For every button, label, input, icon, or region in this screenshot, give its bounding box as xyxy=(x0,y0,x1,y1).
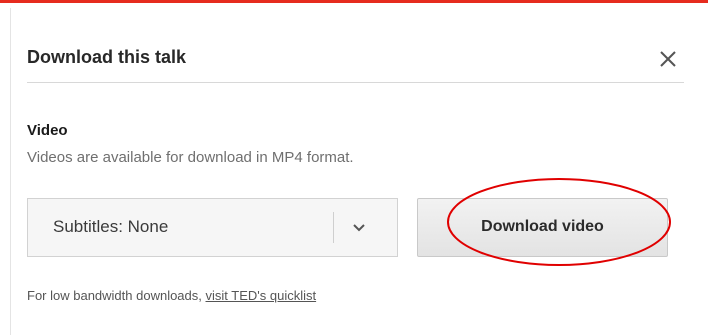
footnote-text: For low bandwidth downloads, xyxy=(27,288,206,303)
download-video-label: Download video xyxy=(481,218,604,235)
download-video-button[interactable]: Download video xyxy=(417,198,668,257)
subtitles-select[interactable]: Subtitles: None xyxy=(27,198,398,257)
close-button[interactable] xyxy=(653,44,683,74)
video-section-description: Videos are available for download in MP4… xyxy=(27,149,354,166)
dialog-title: Download this talk xyxy=(27,47,187,67)
close-icon xyxy=(660,51,676,67)
video-section-heading: Video xyxy=(27,122,68,139)
footnote: For low bandwidth downloads, visit TED's… xyxy=(27,288,316,303)
select-divider xyxy=(333,212,334,243)
top-accent-bar xyxy=(0,0,708,3)
subtitles-select-value: Subtitles: None xyxy=(53,217,169,236)
header-divider xyxy=(27,82,684,83)
chevron-down-icon xyxy=(353,224,365,232)
quicklist-link[interactable]: visit TED's quicklist xyxy=(206,288,317,303)
